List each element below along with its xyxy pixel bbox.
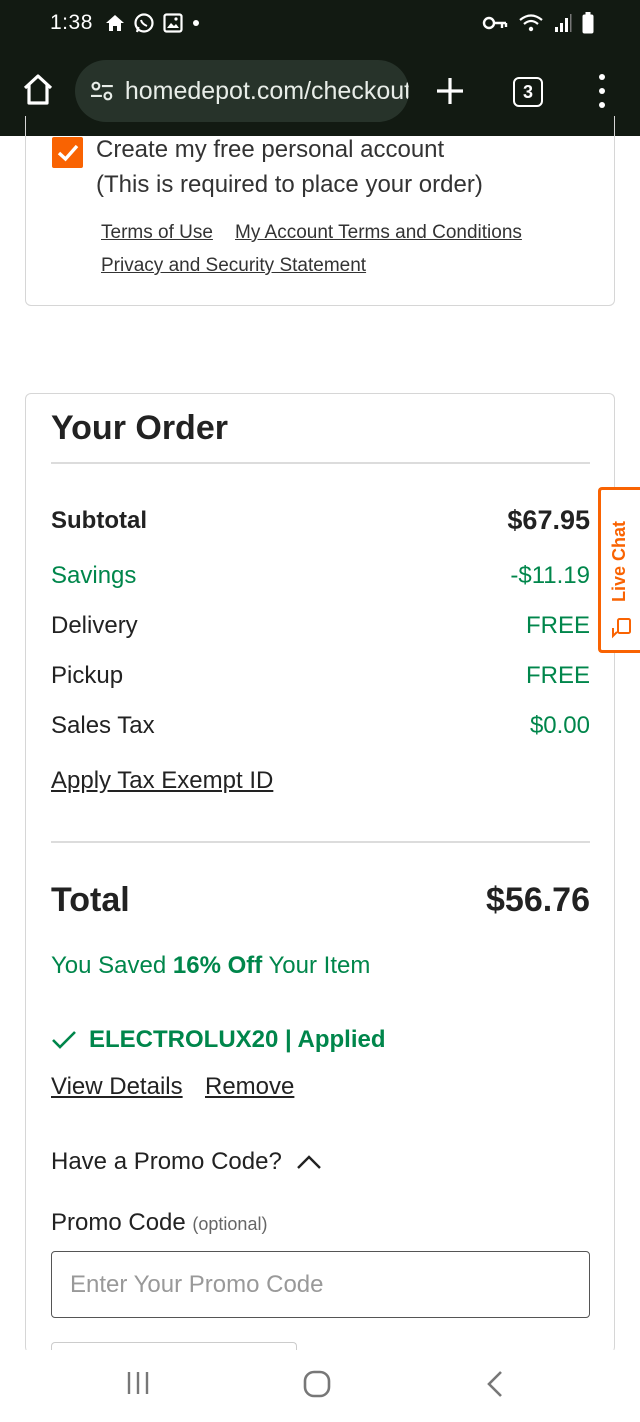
create-account-checkbox[interactable] [52,137,83,168]
saved-prefix: You Saved [51,952,173,979]
tab-switcher-button[interactable]: 3 [513,77,543,107]
pickup-value: FREE [525,662,590,689]
home-notification-icon [105,15,124,31]
total-value: $56.76 [486,881,590,919]
promo-optional-text: (optional) [192,1214,268,1234]
savings-value: -$11.19 [510,562,590,589]
create-account-label: Create my free personal account [96,136,445,163]
total-label: Total [51,881,130,919]
promo-question: Have a Promo Code? [51,1148,282,1175]
dot-icon [192,20,199,26]
remove-promo-link[interactable]: Remove [205,1073,294,1101]
sales-tax-label: Sales Tax [51,712,155,739]
saved-suffix: Your Item [262,952,371,979]
recent-apps-icon[interactable] [126,1370,150,1396]
live-chat-label: Live Chat [609,520,629,602]
savings-summary: You Saved 16% Off Your Item [51,952,370,980]
order-divider-top [51,462,590,464]
account-terms-link[interactable]: My Account Terms and Conditions [235,222,522,244]
promo-code-input[interactable] [51,1251,590,1318]
new-tab-plus-icon[interactable] [433,74,467,108]
site-settings-icon[interactable] [89,78,115,104]
wifi-icon [519,14,543,32]
order-divider-mid [51,841,590,843]
saved-percent: 16% Off [172,952,263,979]
apply-tax-exempt-link[interactable]: Apply Tax Exempt ID [51,767,273,795]
promo-label-text: Promo Code [51,1209,186,1236]
signal-icon [555,14,572,32]
check-icon [52,1031,76,1049]
status-notification-icons [105,12,201,34]
battery-icon [582,12,594,34]
tab-count: 3 [522,81,533,102]
sales-tax-value: $0.00 [529,712,590,739]
browser-menu-icon[interactable] [590,74,614,108]
status-bar: 1:38 [0,0,640,46]
pickup-label: Pickup [51,662,124,689]
chat-bubbles-icon [612,618,631,639]
promo-code-label: Promo Code (optional) [51,1209,267,1237]
system-navigation-bar [0,1350,640,1422]
browser-home-icon[interactable] [20,72,56,108]
create-account-note: (This is required to place your order) [96,171,483,198]
promo-code-toggle[interactable]: Have a Promo Code? [51,1148,322,1176]
status-time: 1:38 [50,11,93,34]
status-system-icons [482,12,594,34]
checkmark-icon [57,144,78,161]
privacy-statement-link[interactable]: Privacy and Security Statement [101,255,366,277]
terms-of-use-link[interactable]: Terms of Use [101,222,213,244]
gallery-icon [163,13,183,33]
url-text: homedepot.com/checkout [124,76,409,105]
address-bar[interactable]: homedepot.com/checkout [75,60,409,122]
view-details-link[interactable]: View Details [51,1073,183,1101]
chevron-up-icon [296,1155,321,1169]
delivery-value: FREE [525,612,590,639]
home-nav-icon[interactable] [303,1370,331,1398]
live-chat-tab[interactable]: Live Chat [598,487,640,653]
subtotal-value: $67.95 [507,505,590,535]
subtotal-label: Subtotal [51,507,147,534]
applied-promo: ELECTROLUX20 | Applied [51,1026,386,1054]
delivery-label: Delivery [51,612,138,639]
vpn-key-icon [482,16,508,30]
savings-label: Savings [51,562,137,589]
order-title: Your Order [51,409,228,447]
whatsapp-icon [134,13,154,33]
applied-promo-text: ELECTROLUX20 | Applied [89,1026,386,1053]
back-nav-icon[interactable] [486,1370,504,1398]
